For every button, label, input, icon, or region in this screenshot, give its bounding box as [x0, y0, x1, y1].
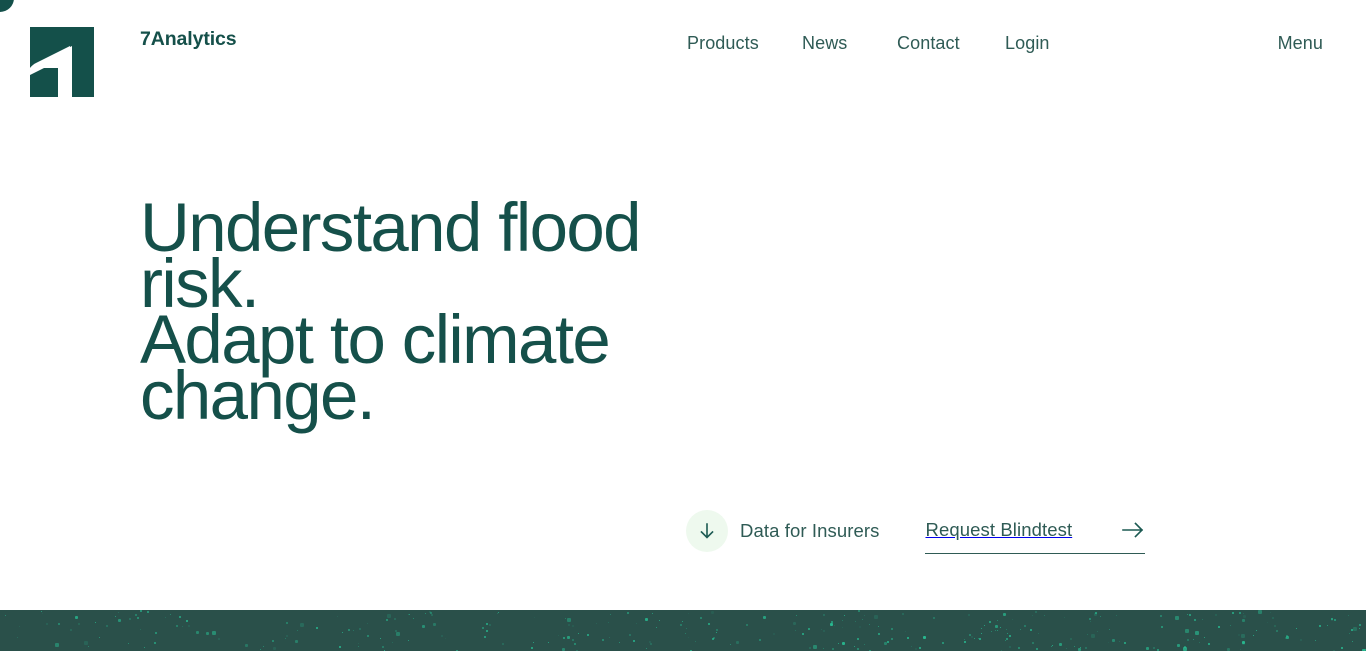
data-for-insurers-label: Data for Insurers	[740, 520, 880, 541]
seven-analytics-logo-icon	[30, 27, 94, 97]
site-header: 7Analytics Products News Contact Login M…	[0, 0, 1366, 124]
hero-cta-row: Data for Insurers Request Blindtest	[686, 508, 1146, 578]
page-title: Understand flood risk. Adapt to climate …	[140, 193, 760, 430]
request-blindtest-link[interactable]: Request Blindtest	[925, 508, 1146, 554]
arrow-down-icon	[686, 510, 728, 552]
hero-section: Understand flood risk. Adapt to climate …	[140, 193, 760, 430]
nav-item-news[interactable]: News	[802, 31, 897, 55]
request-blindtest-label: Request Blindtest	[925, 518, 1073, 540]
footer-texture-band	[0, 610, 1366, 651]
brand-name: 7Analytics	[140, 28, 237, 50]
nav-item-contact[interactable]: Contact	[897, 31, 1005, 55]
menu-button[interactable]: Menu	[1278, 31, 1323, 55]
primary-navigation: Products News Contact Login	[687, 31, 1065, 55]
nav-item-login[interactable]: Login	[1005, 31, 1065, 55]
arrow-right-icon	[1121, 520, 1145, 542]
nav-item-products[interactable]: Products	[687, 31, 802, 55]
data-for-insurers-link[interactable]: Data for Insurers	[686, 508, 879, 554]
